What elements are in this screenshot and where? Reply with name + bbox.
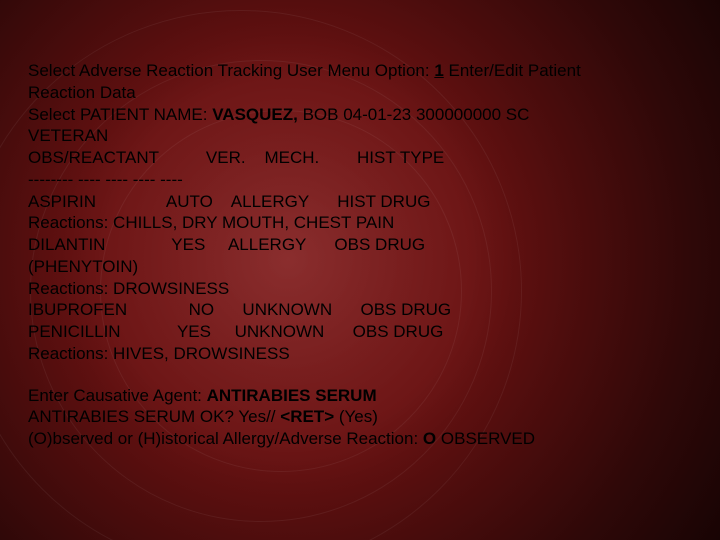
table-row-extra: (PHENYTOIN) xyxy=(28,256,692,278)
table-row: DILANTIN YES ALLERGY OBS DRUG xyxy=(28,234,692,256)
patient-line-1: Select PATIENT NAME: VASQUEZ, BOB 04-01-… xyxy=(28,104,692,126)
menu-line-2: Reaction Data xyxy=(28,82,692,104)
table-row: IBUPROFEN NO UNKNOWN OBS DRUG xyxy=(28,299,692,321)
patient-line-2: VETERAN xyxy=(28,125,692,147)
table-row: PENICILLIN YES UNKNOWN OBS DRUG xyxy=(28,321,692,343)
causative-agent: ANTIRABIES SERUM xyxy=(207,386,377,405)
table-row: ASPIRIN AUTO ALLERGY HIST DRUG xyxy=(28,191,692,213)
footer-line-1: Enter Causative Agent: ANTIRABIES SERUM xyxy=(28,385,692,407)
reactions-line: Reactions: DROWSINESS xyxy=(28,278,692,300)
table-header: OBS/REACTANT VER. MECH. HIST TYPE xyxy=(28,147,692,169)
patient-prompt: Select PATIENT NAME: xyxy=(28,105,212,124)
menu-option-rest: Enter/Edit Patient xyxy=(444,61,581,80)
menu-prompt: Select Adverse Reaction Tracking User Me… xyxy=(28,61,434,80)
terminal-text-block: Select Adverse Reaction Tracking User Me… xyxy=(28,60,692,450)
patient-rest: BOB 04-01-23 300000000 SC xyxy=(298,105,530,124)
footer-line-3: (O)bserved or (H)istorical Allergy/Adver… xyxy=(28,428,692,450)
patient-name: VASQUEZ, xyxy=(212,105,298,124)
table-divider: -------- ---- ---- ---- ---- xyxy=(28,169,692,191)
footer-line-2: ANTIRABIES SERUM OK? Yes// <RET> (Yes) xyxy=(28,406,692,428)
reactions-line: Reactions: HIVES, DROWSINESS xyxy=(28,343,692,365)
reactions-line: Reactions: CHILLS, DRY MOUTH, CHEST PAIN xyxy=(28,212,692,234)
menu-line-1: Select Adverse Reaction Tracking User Me… xyxy=(28,60,692,82)
ret-key: <RET> xyxy=(280,407,334,426)
menu-option-num: 1 xyxy=(434,61,443,80)
observed-answer: O xyxy=(423,429,436,448)
